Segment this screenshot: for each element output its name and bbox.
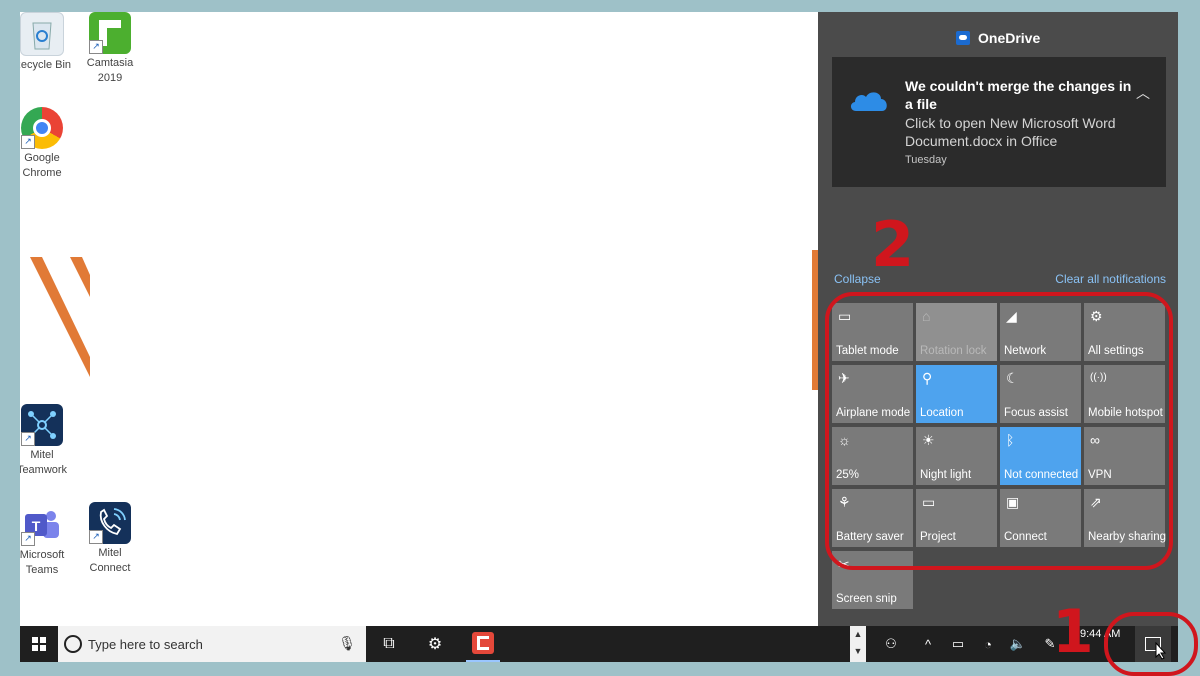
chevron-up-icon[interactable]: ︿: [1136, 83, 1150, 103]
task-view-button[interactable]: ⧉: [372, 626, 406, 662]
windows-logo-icon: [32, 637, 46, 651]
shortcut-arrow-icon: ↗: [21, 432, 35, 446]
taskbar-settings-button[interactable]: ⚙: [418, 626, 452, 662]
tray-battery-button[interactable]: ▭: [946, 626, 970, 662]
annotation-number-1: 1: [1052, 597, 1094, 667]
desktop-icon-mitel-connect[interactable]: ↗ Mitel Connect: [78, 502, 142, 576]
onedrive-cloud-icon: [850, 92, 887, 111]
desktop-icon-label: Teamwork: [20, 464, 68, 476]
chevron-down-icon[interactable]: ▼: [850, 643, 866, 660]
desktop-icon-camtasia[interactable]: ↗ Camtasia 2019: [78, 12, 142, 86]
annotation-ring-quick-actions: [825, 292, 1173, 570]
desktop-icon-recycle-bin[interactable]: Recycle Bin: [20, 12, 74, 73]
annotation-number-2: 2: [871, 208, 915, 281]
desktop: Recycle Bin ↗ Camtasia 2019 ↗ Google Chr…: [20, 12, 818, 626]
notification-title: We couldn't merge the changes in a file: [905, 78, 1132, 112]
desktop-icon-label: Recycle Bin: [20, 59, 72, 71]
desktop-icon-label: 2019: [97, 72, 123, 84]
battery-icon: ▭: [951, 636, 965, 651]
tray-network-button[interactable]: ◔: [976, 626, 1000, 662]
tray-people-button[interactable]: ⚇: [878, 626, 904, 662]
taskbar-scroll-buttons[interactable]: ▲ ▼: [850, 626, 866, 662]
notification-time: Tuesday: [905, 154, 947, 166]
notification-app-title: OneDrive: [978, 30, 1041, 46]
clear-all-notifications-button[interactable]: Clear all notifications: [1055, 272, 1166, 286]
volume-icon: 🔈: [1009, 636, 1027, 651]
people-icon: ⚇: [885, 636, 897, 651]
start-button[interactable]: [20, 626, 58, 662]
shortcut-arrow-icon: ↗: [21, 532, 35, 546]
taskbar: Type here to search 🎙 ⧉ ⚙ ▲ ▼ ⚇ ^ ▭ ◔ 🔈 ✎…: [20, 626, 1178, 662]
shortcut-arrow-icon: ↗: [21, 135, 35, 149]
tray-volume-button[interactable]: 🔈: [1006, 626, 1030, 662]
gear-icon: ⚙: [427, 636, 443, 653]
teams-icon: T ↗: [21, 504, 63, 546]
camtasia-app-icon: [472, 632, 494, 654]
microphone-icon[interactable]: 🎙: [338, 635, 356, 652]
desktop-icon-label: Camtasia: [86, 57, 134, 69]
notification-card[interactable]: We couldn't merge the changes in a file …: [832, 57, 1166, 187]
desktop-icon-microsoft-teams[interactable]: T ↗ Microsoft Teams: [20, 504, 74, 578]
taskbar-camtasia-button[interactable]: [466, 626, 500, 662]
task-view-icon: ⧉: [383, 635, 395, 652]
tray-overflow-button[interactable]: ^: [918, 626, 938, 662]
mitel-connect-icon: ↗: [89, 502, 131, 544]
desktop-icon-label: Chrome: [22, 167, 62, 179]
annotation-ring-action-center-button: [1104, 612, 1198, 676]
shortcut-arrow-icon: ↗: [89, 530, 103, 544]
desktop-icon-label: Connect: [89, 562, 131, 574]
cortana-icon: [64, 635, 82, 653]
onedrive-app-icon: [956, 31, 970, 45]
chevron-up-icon[interactable]: ▲: [850, 626, 866, 643]
search-placeholder: Type here to search: [88, 637, 203, 652]
shortcut-arrow-icon: ↗: [89, 40, 103, 54]
wallpaper-stripes: [30, 257, 90, 377]
desktop-icon-label: Microsoft: [20, 549, 65, 561]
chevron-up-icon: ^: [924, 636, 932, 652]
notification-app-header: OneDrive: [956, 30, 1040, 46]
desktop-icon-label: Mitel: [98, 547, 122, 559]
taskbar-search-box[interactable]: Type here to search 🎙: [58, 626, 366, 662]
quick-action-label: Screen snip: [836, 593, 897, 605]
mitel-teamwork-icon: ↗: [21, 404, 63, 446]
camtasia-icon: ↗: [89, 12, 131, 54]
desktop-icon-label: Mitel: [30, 449, 54, 461]
desktop-icon-mitel-teamwork[interactable]: ↗ Mitel Teamwork: [20, 404, 74, 478]
recycle-bin-icon: [20, 12, 64, 56]
notification-body: Click to open New Microsoft Word Documen…: [905, 115, 1116, 149]
chrome-icon: ↗: [21, 107, 63, 149]
desktop-icon-label: Teams: [25, 564, 59, 576]
wifi-icon: ◔: [984, 636, 992, 652]
desktop-icon-label: Google: [24, 152, 60, 164]
desktop-icon-google-chrome[interactable]: ↗ Google Chrome: [20, 107, 74, 181]
